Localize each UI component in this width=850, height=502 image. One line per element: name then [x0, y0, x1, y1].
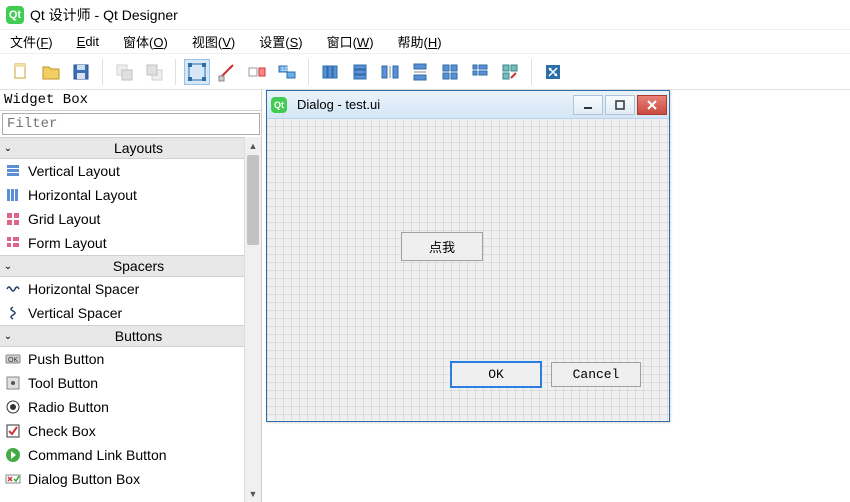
- widget-label: Vertical Layout: [28, 163, 120, 179]
- layout-form-button[interactable]: [467, 59, 493, 85]
- maximize-button[interactable]: [605, 95, 635, 115]
- scroll-down-arrow-icon[interactable]: ▼: [245, 485, 261, 502]
- dialog-title: Dialog - test.ui: [297, 97, 573, 112]
- widget-label: Grid Layout: [28, 211, 100, 227]
- widget-radio-button[interactable]: Radio Button: [0, 395, 261, 419]
- widget-box-panel: Widget Box ⌄ Layouts Vertical Layout Hor…: [0, 90, 262, 502]
- widget-horizontal-layout[interactable]: Horizontal Layout: [0, 183, 261, 207]
- widget-check-box[interactable]: Check Box: [0, 419, 261, 443]
- vlayout-icon: [4, 162, 22, 180]
- layout-grid-button[interactable]: [437, 59, 463, 85]
- center-button[interactable]: 点我: [401, 232, 483, 261]
- category-label: Spacers: [16, 258, 261, 274]
- adjust-size-button[interactable]: [540, 59, 566, 85]
- widget-label: Dialog Button Box: [28, 471, 140, 487]
- category-label: Buttons: [16, 328, 261, 344]
- menubar: 文件(F) Edit 窗体(O) 视图(V) 设置(S) 窗口(W) 帮助(H): [0, 30, 850, 54]
- category-layouts[interactable]: ⌄ Layouts: [0, 137, 261, 159]
- cancel-button[interactable]: Cancel: [551, 362, 641, 387]
- toolbar: 12: [0, 54, 850, 90]
- cmdlink-icon: [4, 446, 22, 464]
- widget-push-button[interactable]: OK Push Button: [0, 347, 261, 371]
- widget-vertical-layout[interactable]: Vertical Layout: [0, 159, 261, 183]
- scroll-up-arrow-icon[interactable]: ▲: [245, 137, 261, 154]
- menu-window[interactable]: 窗口(W): [319, 30, 382, 53]
- vspacer-icon: [4, 304, 22, 322]
- menu-view[interactable]: 视图(V): [184, 30, 243, 53]
- widget-vertical-spacer[interactable]: Vertical Spacer: [0, 301, 261, 325]
- dialog-body[interactable]: 点我 OK Cancel: [267, 119, 669, 421]
- layout-v-button[interactable]: [347, 59, 373, 85]
- new-file-button[interactable]: [8, 59, 34, 85]
- chevron-down-icon: ⌄: [0, 143, 16, 154]
- hlayout-icon: [4, 186, 22, 204]
- widget-label: Form Layout: [28, 235, 107, 251]
- minimize-button[interactable]: [573, 95, 603, 115]
- widget-label: Push Button: [28, 351, 104, 367]
- hspacer-icon: [4, 280, 22, 298]
- category-label: Layouts: [16, 140, 261, 156]
- grid-icon: [4, 210, 22, 228]
- widget-form-layout[interactable]: Form Layout: [0, 231, 261, 255]
- bring-front-button[interactable]: [141, 59, 167, 85]
- window-title: Qt 设计师 - Qt Designer: [30, 5, 178, 25]
- window-titlebar: Qt Qt 设计师 - Qt Designer: [0, 0, 850, 30]
- svg-text:OK: OK: [8, 357, 18, 364]
- widget-label: Command Link Button: [28, 447, 167, 463]
- widget-label: Horizontal Spacer: [28, 281, 139, 297]
- pushbutton-icon: OK: [4, 350, 22, 368]
- widget-command-link-button[interactable]: Command Link Button: [0, 443, 261, 467]
- edit-signals-button[interactable]: [214, 59, 240, 85]
- menu-settings[interactable]: 设置(S): [251, 30, 310, 53]
- widget-scrollbar[interactable]: ▲ ▼: [244, 137, 261, 502]
- widget-label: Tool Button: [28, 375, 98, 391]
- menu-form[interactable]: 窗体(O): [115, 30, 176, 53]
- layout-h-button[interactable]: [317, 59, 343, 85]
- menu-edit[interactable]: Edit: [69, 32, 107, 51]
- widget-grid-layout[interactable]: Grid Layout: [0, 207, 261, 231]
- qt-logo-icon: Qt: [6, 6, 24, 24]
- widget-dialog-button-box[interactable]: Dialog Button Box: [0, 467, 261, 491]
- ok-button[interactable]: OK: [451, 362, 541, 387]
- design-canvas[interactable]: Qt Dialog - test.ui 点我 OK Cancel: [262, 90, 850, 502]
- menu-help[interactable]: 帮助(H): [390, 30, 450, 53]
- open-file-button[interactable]: [38, 59, 64, 85]
- layout-h-splitter-button[interactable]: [377, 59, 403, 85]
- widget-label: Horizontal Layout: [28, 187, 137, 203]
- widget-label: Radio Button: [28, 399, 109, 415]
- layout-v-splitter-button[interactable]: [407, 59, 433, 85]
- radio-icon: [4, 398, 22, 416]
- break-layout-button[interactable]: [497, 59, 523, 85]
- dialog-titlebar[interactable]: Qt Dialog - test.ui: [267, 91, 669, 119]
- toolbutton-icon: [4, 374, 22, 392]
- dialog-window: Qt Dialog - test.ui 点我 OK Cancel: [266, 90, 670, 422]
- edit-widgets-button[interactable]: [184, 59, 210, 85]
- send-back-button[interactable]: [111, 59, 137, 85]
- chevron-down-icon: ⌄: [0, 331, 16, 342]
- close-button[interactable]: [637, 95, 667, 115]
- edit-taborder-button[interactable]: 12: [274, 59, 300, 85]
- widget-list: ⌄ Layouts Vertical Layout Horizontal Lay…: [0, 137, 261, 502]
- chevron-down-icon: ⌄: [0, 261, 16, 272]
- scroll-thumb[interactable]: [247, 155, 259, 245]
- category-buttons[interactable]: ⌄ Buttons: [0, 325, 261, 347]
- widget-label: Vertical Spacer: [28, 305, 122, 321]
- form-icon: [4, 234, 22, 252]
- save-file-button[interactable]: [68, 59, 94, 85]
- category-spacers[interactable]: ⌄ Spacers: [0, 255, 261, 277]
- widget-horizontal-spacer[interactable]: Horizontal Spacer: [0, 277, 261, 301]
- qt-logo-icon: Qt: [271, 97, 287, 113]
- checkbox-icon: [4, 422, 22, 440]
- widget-box-title: Widget Box: [0, 90, 261, 111]
- widget-tool-button[interactable]: Tool Button: [0, 371, 261, 395]
- dlgbtnbox-icon: [4, 470, 22, 488]
- filter-input[interactable]: [2, 113, 260, 135]
- edit-buddies-button[interactable]: [244, 59, 270, 85]
- menu-file[interactable]: 文件(F): [2, 30, 61, 53]
- widget-label: Check Box: [28, 423, 96, 439]
